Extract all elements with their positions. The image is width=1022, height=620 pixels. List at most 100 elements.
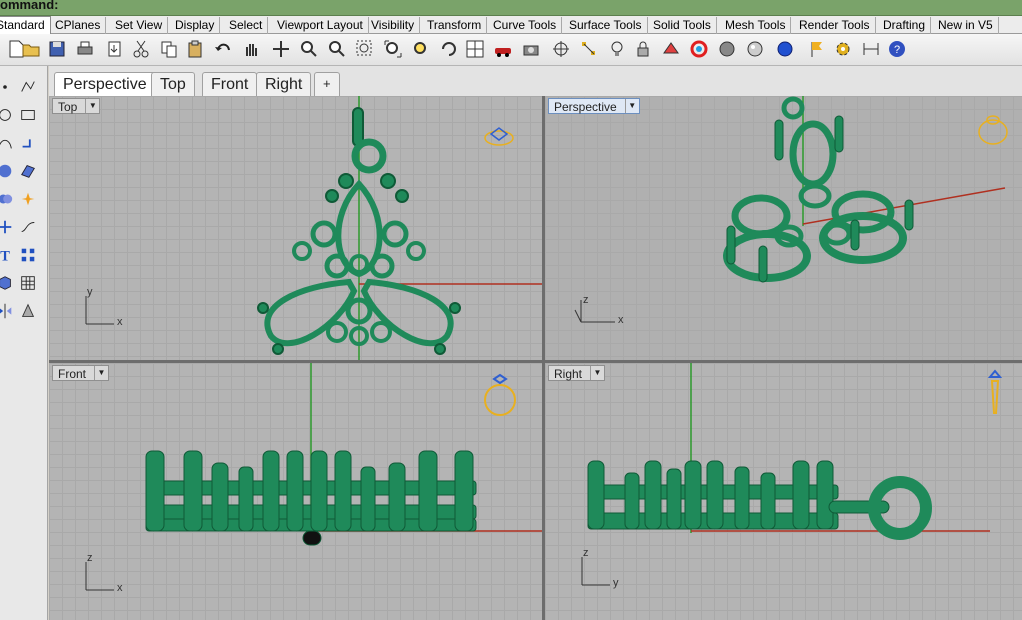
- toolbar-tab-mesh-tools[interactable]: Mesh Tools: [720, 17, 792, 34]
- polyline-tool-button[interactable]: [17, 76, 39, 98]
- open-folder-icon: [22, 44, 40, 57]
- select-points-button[interactable]: [577, 37, 601, 61]
- undo-button[interactable]: [211, 37, 235, 61]
- curve-tool-button[interactable]: [0, 132, 16, 154]
- copy-button[interactable]: [157, 37, 181, 61]
- lock-target-button[interactable]: [549, 37, 573, 61]
- light-bulb-icon: [611, 41, 623, 56]
- trim-tool-button[interactable]: [0, 216, 16, 238]
- view-tab-right[interactable]: Right: [256, 72, 312, 96]
- shaded-sphere-button[interactable]: [715, 37, 739, 61]
- zoom-extents-button[interactable]: [381, 37, 405, 61]
- layer-color-button[interactable]: [659, 37, 683, 61]
- paste-button[interactable]: [183, 37, 207, 61]
- toolbar-tab-new-in-v5[interactable]: New in V5: [933, 17, 999, 34]
- rotate-view-icon: [442, 42, 456, 56]
- chevron-down-icon[interactable]: ▼: [624, 99, 639, 113]
- point-icon: [3, 85, 7, 89]
- viewport-right[interactable]: Right ▼ y z: [545, 363, 1022, 620]
- toolbar-tab-display[interactable]: Display: [170, 17, 221, 34]
- chevron-down-icon[interactable]: ▼: [94, 366, 108, 380]
- camera-button[interactable]: [519, 37, 543, 61]
- cone-tool-button[interactable]: [17, 300, 39, 322]
- grid-tool-button[interactable]: [17, 272, 39, 294]
- view-tab-front[interactable]: Front: [202, 72, 258, 96]
- toolbar-tab-standard[interactable]: Standard: [0, 16, 51, 34]
- toolbar-tab-transform[interactable]: Transform: [422, 17, 488, 34]
- mirror-tool-button[interactable]: [0, 300, 16, 322]
- cut-button[interactable]: [129, 37, 153, 61]
- join-tool-button[interactable]: [17, 216, 39, 238]
- chevron-down-icon[interactable]: ▼: [85, 99, 99, 113]
- viewport-label-top[interactable]: Top ▼: [52, 98, 101, 114]
- sphere-tool-button[interactable]: [0, 160, 16, 182]
- trim-icon: [0, 220, 12, 234]
- axis-label-y: y: [613, 577, 619, 589]
- rendered-sphere-button[interactable]: [743, 37, 767, 61]
- toolbar-tab-curve-tools[interactable]: Curve Tools: [488, 17, 563, 34]
- toolbar-tab-render-tools[interactable]: Render Tools: [794, 17, 876, 34]
- layer-color-icon: [663, 42, 679, 54]
- lock-target-icon: [553, 41, 569, 57]
- curve-icon: [0, 139, 12, 149]
- car-button[interactable]: [491, 37, 515, 61]
- command-line[interactable]: ommand:: [0, 0, 1022, 16]
- save-button[interactable]: [45, 37, 69, 61]
- text-tool-button[interactable]: T: [0, 244, 16, 266]
- view-tab-top[interactable]: Top: [151, 72, 195, 96]
- surface-tool-button[interactable]: [17, 160, 39, 182]
- pan-hand-button[interactable]: [239, 37, 263, 61]
- dimension-button[interactable]: [859, 37, 883, 61]
- open-folder-button[interactable]: [19, 37, 43, 61]
- rectangle-tool-button[interactable]: [17, 104, 39, 126]
- toolbar-tab-set-view[interactable]: Set View: [110, 17, 169, 34]
- zoom-window-button[interactable]: [353, 37, 377, 61]
- viewport-label-perspective[interactable]: Perspective ▼: [548, 98, 640, 114]
- toolbar-tab-drafting[interactable]: Drafting: [878, 17, 932, 34]
- chevron-down-icon[interactable]: ▼: [590, 366, 604, 380]
- zoom-selected-button[interactable]: [409, 37, 433, 61]
- toolbar-tab-select[interactable]: Select: [224, 17, 269, 34]
- print-icon: [77, 41, 93, 55]
- axis-label-z: z: [583, 547, 589, 559]
- extrude-tool-button[interactable]: [17, 132, 39, 154]
- zoom-out-icon: [329, 41, 345, 57]
- view-tab-perspective[interactable]: Perspective: [54, 72, 156, 97]
- viewport-front[interactable]: Front ▼ x z: [49, 363, 542, 620]
- rotate-view-button[interactable]: [437, 37, 461, 61]
- boolean-tool-button[interactable]: [0, 188, 16, 210]
- undo-icon: [215, 43, 230, 51]
- zoom-out-button[interactable]: [325, 37, 349, 61]
- flag-button[interactable]: [805, 37, 829, 61]
- array-tool-button[interactable]: [17, 244, 39, 266]
- move-view-button[interactable]: [269, 37, 293, 61]
- viewport-label-right[interactable]: Right ▼: [548, 365, 606, 381]
- viewport-perspective[interactable]: Perspective ▼ x z: [545, 96, 1022, 360]
- explode-tool-button[interactable]: [17, 188, 39, 210]
- zoom-in-button[interactable]: [297, 37, 321, 61]
- viewport-top[interactable]: Top ▼ x y: [49, 96, 542, 360]
- rendered-sphere-icon: [747, 41, 763, 57]
- point-tool-button[interactable]: [0, 76, 16, 98]
- help-button[interactable]: ?: [885, 37, 909, 61]
- toolbar-tab-viewport-layout[interactable]: Viewport Layout: [272, 17, 369, 34]
- toolbar-tab-visibility[interactable]: Visibility: [366, 17, 421, 34]
- perspective-view-model: [574, 96, 1008, 323]
- light-bulb-button[interactable]: [605, 37, 629, 61]
- toolbar-tab-cplanes[interactable]: CPlanes: [50, 17, 107, 34]
- color-wheel-button[interactable]: [687, 37, 711, 61]
- gear-button[interactable]: [831, 37, 855, 61]
- four-viewports-button[interactable]: [463, 37, 487, 61]
- pan-hand-icon: [246, 44, 257, 56]
- add-view-tab-button[interactable]: +: [314, 72, 340, 96]
- toolbar-tab-surface-tools[interactable]: Surface Tools: [564, 17, 648, 34]
- import-button[interactable]: [103, 37, 127, 61]
- lock-button[interactable]: [631, 37, 655, 61]
- blue-sphere-button[interactable]: [773, 37, 797, 61]
- toolbar-tab-solid-tools[interactable]: Solid Tools: [648, 17, 717, 34]
- help-icon: ?: [889, 41, 905, 57]
- print-button[interactable]: [73, 37, 97, 61]
- viewport-label-front[interactable]: Front ▼: [52, 365, 110, 381]
- circle-tool-button[interactable]: [0, 104, 16, 126]
- box-tool-button[interactable]: [0, 272, 16, 294]
